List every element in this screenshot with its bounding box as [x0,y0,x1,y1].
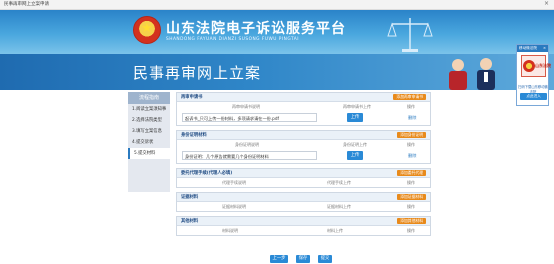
section-title: 委托代理手续(代理人必填) [181,171,233,176]
judges-illustration-icon [449,58,495,90]
site-subtitle: SHANDONG FAYUAN DIANZI SUSONG FUWU PINGT… [166,37,300,42]
sidebar-item-read-notice[interactable]: 1.阅读立案须知事 [128,104,170,115]
delete-identity-link[interactable]: 删除 [408,153,416,159]
column-headers: 再审申请书说明 再审申请书上传 操作 [232,104,415,109]
add-evidence-button[interactable]: 添加证据材料 [397,194,426,200]
court-emblem-icon [523,60,535,72]
identity-description-field[interactable]: 身份证明：几个原告就需要几个身份证明材料 [182,151,317,160]
enter-button[interactable]: 点此进入 [520,93,547,100]
section-title: 身份证明材料 [181,133,207,138]
sidebar-item-fill-info[interactable]: 3.填写立案信息 [128,126,170,137]
hero-banner: 民事再审网上立案 [0,54,554,90]
column-headers: 代理手续说明 代理手续上传 操作 [222,180,415,185]
site-header: ★ 山东法院电子诉讼服务平台 SHANDONG FAYUAN DIANZI SU… [0,10,554,54]
section-title: 其他材料 [181,219,199,224]
mobile-court-widget: 移动微法院 × 山东法院 扫码下载山东移动微法院 点此进入 [516,44,551,106]
upload-petition-button[interactable]: 上传 [347,113,363,122]
agent-section: 委托代理手续(代理人必填) 添加委托代理 代理手续说明 代理手续上传 操作 [176,168,431,188]
materials-panel: 再审申请书 添加再审申请书 再审申请书说明 再审申请书上传 操作 起诉书_只可上… [176,92,431,240]
section-title: 再审申请书 [181,95,203,100]
process-sidebar: 流程指南 1.阅读立案须知事 2.选择法院类型 3.填写立案信息 4.提交诉状 … [128,92,171,192]
identity-section: 身份证明材料 添加身份证明 身份证明说明 身份证明上传 操作 身份证明：几个原告… [176,130,431,164]
sidebar-item-submit-petition[interactable]: 4.提交诉状 [128,137,170,148]
page-title: 民事再审网上立案 [133,64,262,82]
mobile-court-logo: 山东法院 [521,55,551,77]
close-icon[interactable]: × [544,0,549,7]
petition-section: 再审申请书 添加再审申请书 再审申请书说明 再审申请书上传 操作 起诉书_只可上… [176,92,431,126]
add-other-button[interactable]: 添加其他材料 [397,218,426,224]
widget-title: 移动微法院 [519,46,537,50]
upload-identity-button[interactable]: 上传 [347,151,363,160]
delete-petition-link[interactable]: 删除 [408,115,416,121]
other-section: 其他材料 添加其他材料 材料说明 材料上传 操作 [176,216,431,236]
window-titlebar: 民事再审网上立案申请 × [0,0,554,10]
petition-description-field[interactable]: 起诉书_只可上传一份材料，多项请求请在一份.pdf [182,113,317,122]
prev-step-button[interactable]: 上一步 [270,255,288,263]
section-title: 证据材料 [181,195,199,200]
save-button[interactable]: 保存 [296,255,310,263]
sidebar-item-choose-court[interactable]: 2.选择法院类型 [128,115,170,126]
table-row: 身份证明：几个原告就需要几个身份证明材料 上传 删除 [177,149,430,163]
column-headers: 证据材料说明 证据材料上传 操作 [222,204,415,209]
site-title: 山东法院电子诉讼服务平台 [166,21,346,37]
sidebar-item-submit-materials[interactable]: 5.提交材料 [128,148,171,159]
column-headers: 身份证明说明 身份证明上传 操作 [235,142,415,147]
table-row: 起诉书_只可上传一份材料，多项请求请在一份.pdf 上传 删除 [177,111,430,125]
scales-of-justice-icon [387,18,433,52]
add-petition-button[interactable]: 添加再审申请书 [393,94,426,100]
add-identity-button[interactable]: 添加身份证明 [397,132,426,138]
window-title: 民事再审网上立案申请 [4,2,49,7]
column-headers: 材料说明 材料上传 操作 [222,228,415,233]
close-icon[interactable]: × [543,45,546,52]
sidebar-heading: 流程指南 [128,92,170,104]
evidence-section: 证据材料 添加证据材料 证据材料说明 证据材料上传 操作 [176,192,431,212]
submit-button[interactable]: 提交 [318,255,332,263]
court-emblem-icon: ★ [133,16,161,44]
add-agent-button[interactable]: 添加委托代理 [397,170,426,176]
